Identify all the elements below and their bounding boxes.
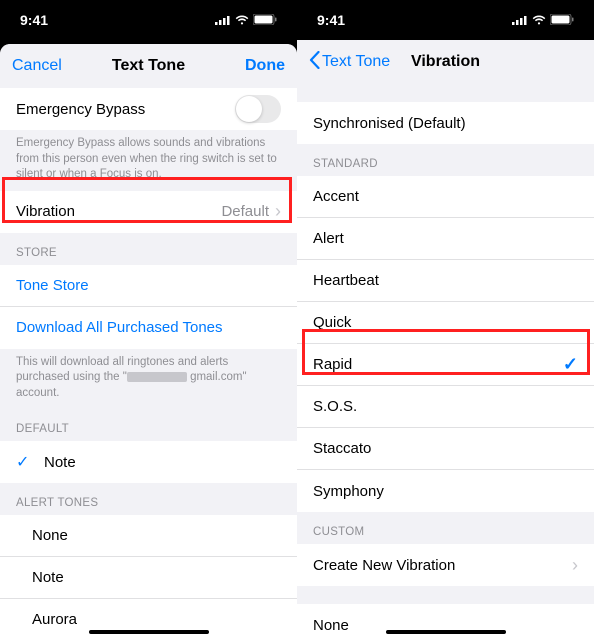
signal-icon (512, 12, 528, 28)
vibration-none-row[interactable]: None (297, 604, 594, 640)
check-icon: ✓ (16, 452, 32, 472)
vibration-row[interactable]: Alert (297, 218, 594, 260)
store-footer: This will download all ringtones and ale… (0, 349, 297, 410)
home-indicator (89, 630, 209, 634)
tone-store-row[interactable]: Tone Store (0, 265, 297, 307)
vibration-option-label: Accent (313, 188, 578, 205)
back-label: Text Tone (322, 53, 390, 71)
vibration-option-label: Alert (313, 230, 578, 247)
page-title: Text Tone (112, 57, 185, 75)
alert-tone-row[interactable]: Note (0, 557, 297, 599)
chevron-right-icon: › (275, 201, 281, 222)
wifi-icon (532, 12, 546, 28)
battery-icon (550, 12, 574, 28)
store-header: STORE (0, 233, 297, 265)
vibration-label: Vibration (16, 203, 221, 220)
create-vibration-row[interactable]: Create New Vibration › (297, 544, 594, 586)
vibration-row[interactable]: Quick (297, 302, 594, 344)
vibration-option-label: Staccato (313, 440, 578, 457)
tone-store-link: Tone Store (16, 277, 89, 294)
battery-icon (253, 12, 277, 28)
chevron-right-icon: › (572, 555, 578, 576)
download-all-row[interactable]: Download All Purchased Tones (0, 307, 297, 349)
page-title: Vibration (411, 53, 480, 71)
right-screenshot: 9:41 Text Tone Vibration (297, 0, 594, 640)
vibration-row[interactable]: Symphony (297, 470, 594, 512)
chevron-left-icon (309, 51, 320, 74)
left-screenshot: 9:41 Cancel Text Tone Done Emergency Byp… (0, 0, 297, 640)
check-icon: ✓ (563, 354, 578, 375)
nav-bar: Cancel Text Tone Done (0, 44, 297, 88)
alert-tone-label: Note (32, 569, 281, 586)
status-time: 9:41 (20, 12, 48, 28)
vibration-row[interactable]: S.O.S. (297, 386, 594, 428)
download-all-link: Download All Purchased Tones (16, 319, 223, 336)
home-indicator (386, 630, 506, 634)
standard-header: STANDARD (297, 144, 594, 176)
emergency-bypass-label: Emergency Bypass (16, 101, 235, 118)
emergency-bypass-toggle[interactable] (235, 95, 281, 123)
status-bar: 9:41 (0, 0, 297, 40)
done-button[interactable]: Done (225, 57, 285, 75)
custom-header: CUSTOM (297, 512, 594, 544)
redacted-email (127, 372, 187, 382)
back-button[interactable]: Text Tone (309, 51, 390, 74)
nav-bar: Text Tone Vibration (297, 40, 594, 84)
status-time: 9:41 (317, 12, 345, 28)
emergency-bypass-row[interactable]: Emergency Bypass (0, 88, 297, 130)
alert-tone-row[interactable]: None (0, 515, 297, 557)
vibration-option-label: Symphony (313, 483, 578, 500)
vibration-row[interactable]: Heartbeat (297, 260, 594, 302)
alert-tone-label: None (32, 527, 281, 544)
synchronised-label: Synchronised (Default) (313, 115, 578, 132)
signal-icon (215, 12, 231, 28)
vibration-option-label: Rapid (313, 356, 563, 373)
synchronised-row[interactable]: Synchronised (Default) (297, 102, 594, 144)
create-vibration-label: Create New Vibration (313, 557, 566, 574)
wifi-icon (235, 12, 249, 28)
vibration-row[interactable]: Vibration Default › (0, 191, 297, 233)
emergency-bypass-footer: Emergency Bypass allows sounds and vibra… (0, 130, 297, 191)
alert-tones-header: ALERT TONES (0, 483, 297, 515)
vibration-option-label: Quick (313, 314, 578, 331)
vibration-row[interactable]: Accent (297, 176, 594, 218)
vibration-option-label: S.O.S. (313, 398, 578, 415)
cancel-button[interactable]: Cancel (12, 57, 72, 75)
vibration-row[interactable]: Rapid✓ (297, 344, 594, 386)
status-bar: 9:41 (297, 0, 594, 40)
vibration-value: Default (221, 203, 269, 220)
status-indicators (215, 12, 277, 28)
default-header: DEFAULT (0, 409, 297, 441)
vibration-option-label: Heartbeat (313, 272, 578, 289)
default-tone-label: Note (44, 454, 281, 471)
default-tone-row[interactable]: ✓ Note (0, 441, 297, 483)
status-indicators (512, 12, 574, 28)
vibration-row[interactable]: Staccato (297, 428, 594, 470)
alert-tone-label: Aurora (32, 611, 281, 628)
